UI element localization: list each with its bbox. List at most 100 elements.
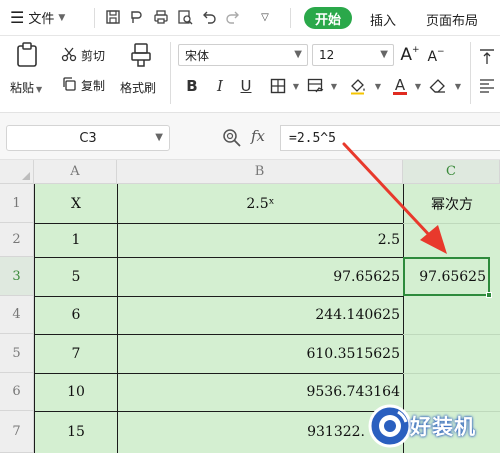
cell-b2[interactable]: 2.5 [118, 223, 403, 257]
column-header-a[interactable]: A [34, 160, 117, 184]
watermark: 好装机 [364, 400, 500, 453]
chevron-down-icon[interactable]: ▼ [408, 76, 428, 96]
scissors-icon [61, 46, 77, 62]
chevron-down-icon: ▼ [58, 12, 66, 23]
divider [470, 42, 471, 104]
align-left-icon[interactable] [478, 74, 496, 96]
row-header-7[interactable]: 7 [0, 411, 34, 453]
paint-bucket-icon [351, 79, 365, 95]
row-header-1[interactable]: 1 [0, 184, 34, 223]
cell-a7[interactable]: 15 [35, 411, 117, 453]
divider [170, 42, 171, 104]
watermark-text: 好装机 [410, 415, 476, 439]
row-header-3[interactable]: 3 [0, 257, 34, 296]
cell-a5[interactable]: 7 [35, 334, 117, 373]
font-name-value: 宋体 [185, 48, 210, 63]
fill-handle[interactable] [486, 292, 492, 298]
clear-format-button[interactable] [428, 76, 448, 96]
cell-b5[interactable]: 610.3515625 [118, 334, 403, 373]
underline-button[interactable]: U [236, 76, 256, 96]
formula-bar: C3 ▼ fx =2.5^5 [0, 112, 500, 160]
column-header-b[interactable]: B [117, 160, 403, 184]
chevron-down-icon: ▼ [155, 132, 163, 143]
chevron-down-icon: ▼ [294, 49, 302, 60]
font-size-value: 12 [319, 48, 335, 62]
divider [94, 8, 95, 28]
cut-button[interactable]: 剪切 [81, 47, 105, 64]
eraser-icon [429, 79, 445, 93]
cell-b6[interactable]: 9536.743164 [118, 373, 403, 411]
divider [290, 8, 291, 28]
cell-reference: C3 [79, 130, 97, 146]
cell-c2[interactable] [404, 223, 500, 257]
cell-a6[interactable]: 10 [35, 373, 117, 411]
insert-function-button[interactable]: fx [251, 127, 265, 145]
chevron-down-icon[interactable]: ▼ [286, 76, 306, 96]
name-box[interactable]: C3 ▼ [6, 125, 170, 151]
print-icon[interactable] [152, 8, 170, 26]
font-color-glyph: A [394, 75, 406, 94]
chevron-down-icon[interactable]: ▼ [324, 76, 344, 96]
save-icon[interactable] [104, 8, 122, 26]
undo-icon[interactable] [200, 8, 218, 26]
cell-c1[interactable]: 幂次方 [404, 184, 500, 223]
paste-label: 粘贴 [10, 81, 35, 95]
zoom-search-icon[interactable] [222, 128, 242, 152]
bold-button[interactable]: B [182, 76, 202, 96]
borders-button[interactable] [268, 76, 288, 96]
cell-a3[interactable]: 5 [35, 257, 117, 296]
clipboard-icon[interactable] [14, 42, 40, 68]
hamburger-icon: ☰ [10, 7, 25, 27]
tab-home[interactable]: 开始 [304, 7, 352, 29]
copy-icon [61, 76, 77, 92]
italic-button[interactable]: I [210, 76, 230, 96]
watermark-logo [368, 404, 412, 448]
borders-icon [270, 78, 286, 94]
copy-button[interactable]: 复制 [81, 77, 105, 94]
cell-c4[interactable] [404, 296, 500, 334]
cell-c5[interactable] [404, 334, 500, 373]
chevron-down-icon[interactable]: ▼ [368, 76, 388, 96]
chevron-down-icon: ▼ [36, 85, 43, 94]
font-color-button[interactable]: A [390, 76, 410, 96]
cell-style-icon [307, 78, 324, 93]
row-header-2[interactable]: 2 [0, 223, 34, 257]
cell-b1[interactable]: 2.5ˣ [118, 184, 403, 223]
shrink-font-button[interactable]: A − [426, 46, 446, 68]
cell-b7[interactable]: 931322. [118, 411, 368, 453]
cell-a4[interactable]: 6 [35, 296, 117, 334]
font-size-select[interactable]: 12 ▼ [312, 44, 394, 66]
redo-icon[interactable] [224, 8, 242, 26]
tab-page-layout[interactable]: 页面布局 [426, 10, 478, 29]
print-preview-icon[interactable] [176, 8, 194, 26]
font-name-select[interactable]: 宋体 ▼ [178, 44, 308, 66]
export-icon[interactable] [128, 8, 146, 26]
format-painter-button[interactable]: 格式刷 [120, 79, 156, 96]
align-top-icon[interactable] [478, 46, 496, 68]
chevron-down-icon: ▼ [380, 49, 388, 60]
cell-style-button[interactable] [306, 76, 326, 96]
minus-icon: − [437, 47, 445, 57]
cell-a1[interactable]: X [35, 184, 117, 223]
paste-button[interactable]: 粘贴 ▼ [10, 79, 42, 96]
row-header-5[interactable]: 5 [0, 334, 34, 373]
chevron-down-icon[interactable]: ▼ [448, 76, 468, 96]
grow-font-button[interactable]: A + [400, 44, 420, 66]
font-color-bar [393, 91, 407, 95]
select-all-corner[interactable] [0, 160, 34, 184]
quick-access-dropdown-icon[interactable]: ▽ [256, 8, 274, 26]
row-header-6[interactable]: 6 [0, 373, 34, 411]
file-menu-label: 文件 [28, 12, 55, 27]
cell-b4[interactable]: 244.140625 [118, 296, 403, 334]
format-painter-icon[interactable] [128, 42, 154, 68]
column-header-c[interactable]: C [403, 160, 500, 184]
ribbon-toolbar: 粘贴 ▼ 剪切 复制 格式刷 宋体 ▼ 12 ▼ A + A − B I U ▼ ▼ … [0, 36, 500, 112]
tab-insert[interactable]: 插入 [370, 10, 396, 29]
formula-input[interactable]: =2.5^5 [280, 125, 500, 151]
file-menu[interactable]: ☰ 文件 ▼ [10, 8, 65, 27]
fill-color-button[interactable] [348, 76, 368, 96]
top-menu-bar: ☰ 文件 ▼ ▽ 开始 插入 页面布局 [0, 0, 500, 36]
row-header-4[interactable]: 4 [0, 296, 34, 334]
cell-a2[interactable]: 1 [35, 223, 117, 257]
cell-b3[interactable]: 97.65625 [118, 257, 403, 296]
